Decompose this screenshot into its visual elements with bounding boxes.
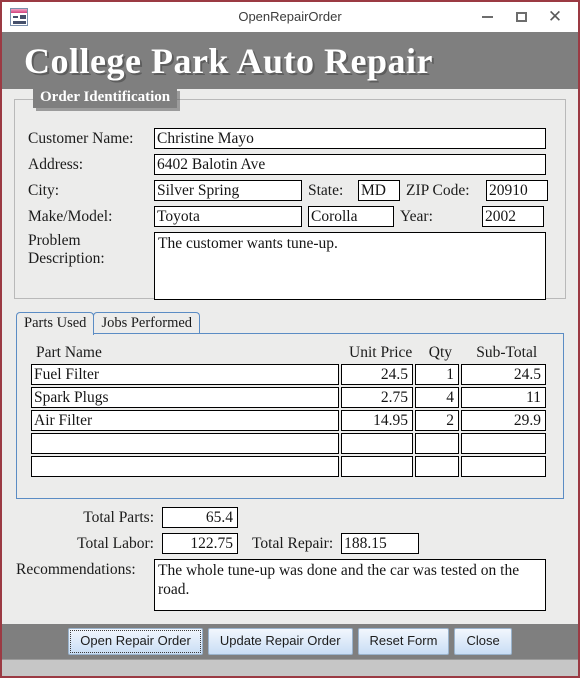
total-parts-label: Total Parts: <box>83 508 154 526</box>
parts-used-panel: Part Name Unit Price Qty Sub-Total Fuel … <box>16 333 564 499</box>
unit-price-cell[interactable]: 14.95 <box>341 410 413 431</box>
minimize-button[interactable] <box>470 4 504 30</box>
part-name-cell[interactable] <box>31 456 339 477</box>
city-input[interactable]: Silver Spring <box>154 180 302 201</box>
unit-price-cell[interactable] <box>341 433 413 454</box>
reset-form-label: Reset Form <box>369 633 438 648</box>
application-window: OpenRepairOrder ✕ College Park Auto Repa… <box>0 0 580 678</box>
address-input[interactable]: 6402 Balotin Ave <box>154 154 546 175</box>
part-name-cell[interactable] <box>31 433 339 454</box>
total-repair-input[interactable]: 188.15 <box>341 533 420 554</box>
tab-parts-used[interactable]: Parts Used <box>16 312 95 335</box>
form-content: Order Identification Customer Name: Chri… <box>2 89 578 624</box>
maximize-icon <box>515 11 527 22</box>
part-name-cell[interactable]: Air Filter <box>31 410 339 431</box>
problem-description-row: Problem Description: The customer wants … <box>28 232 546 300</box>
customer-name-input[interactable]: Christine Mayo <box>154 128 546 149</box>
part-name-cell[interactable]: Spark Plugs <box>31 387 339 408</box>
close-button[interactable]: ✕ <box>538 4 572 30</box>
recommendations-row: Recommendations: The whole tune-up was d… <box>16 559 546 611</box>
total-labor-row: Total Labor: 122.75 Total Repair: 188.15 <box>28 533 420 554</box>
qty-cell[interactable]: 2 <box>415 410 459 431</box>
table-row <box>31 456 549 477</box>
close-form-label: Close <box>466 633 500 648</box>
sub-total-cell[interactable] <box>461 456 546 477</box>
close-form-button[interactable]: Close <box>454 628 512 655</box>
parts-jobs-tabstrip: Parts Used Jobs Performed <box>16 311 564 335</box>
update-repair-order-button[interactable]: Update Repair Order <box>207 628 353 655</box>
reset-form-button[interactable]: Reset Form <box>357 628 450 655</box>
city-state-zip-row: City: Silver Spring State: MD ZIP Code: … <box>28 180 548 201</box>
sub-total-cell[interactable]: 29.9 <box>461 410 546 431</box>
qty-cell[interactable]: 4 <box>415 387 459 408</box>
address-row: Address: 6402 Balotin Ave <box>28 154 546 175</box>
state-input[interactable]: MD <box>358 180 400 201</box>
close-icon: ✕ <box>547 7 563 26</box>
problem-description-textarea[interactable]: The customer wants tune-up. <box>154 232 546 300</box>
open-repair-order-button[interactable]: Open Repair Order <box>68 628 203 655</box>
total-labor-label: Total Labor: <box>77 534 154 552</box>
table-row: Fuel Filter 24.5 1 24.5 <box>31 364 549 385</box>
unit-price-cell[interactable] <box>341 456 413 477</box>
year-input[interactable]: 2002 <box>482 206 544 227</box>
column-header-part-name: Part Name <box>36 344 102 361</box>
total-parts-input[interactable]: 65.4 <box>162 507 238 528</box>
form-window-icon <box>10 7 28 26</box>
recommendations-label: Recommendations: <box>16 561 136 578</box>
customer-name-row: Customer Name: Christine Mayo <box>28 128 546 149</box>
tab-jobs-performed[interactable]: Jobs Performed <box>93 312 201 335</box>
zip-code-label: ZIP Code: <box>406 181 470 199</box>
year-label: Year: <box>400 207 433 225</box>
minimize-icon <box>481 15 493 18</box>
part-name-cell[interactable]: Fuel Filter <box>31 364 339 385</box>
qty-cell[interactable] <box>415 433 459 454</box>
column-header-qty: Qty <box>428 344 453 361</box>
table-row: Spark Plugs 2.75 4 11 <box>31 387 549 408</box>
zip-code-input[interactable]: 20910 <box>486 180 548 201</box>
unit-price-cell[interactable]: 2.75 <box>341 387 413 408</box>
tab-parts-used-label: Parts Used <box>24 315 87 331</box>
qty-cell[interactable] <box>415 456 459 477</box>
column-header-unit-price: Unit Price <box>349 344 413 361</box>
order-identification-legend: Order Identification <box>33 89 178 108</box>
table-row: Air Filter 14.95 2 29.9 <box>31 410 549 431</box>
page-banner: College Park Auto Repair <box>2 32 578 89</box>
model-input[interactable]: Corolla <box>308 206 394 227</box>
problem-description-label: Problem Description: <box>28 232 154 268</box>
tab-jobs-performed-label: Jobs Performed <box>101 315 193 331</box>
unit-price-cell[interactable]: 24.5 <box>341 364 413 385</box>
problem-description-label-line1: Problem <box>28 232 81 249</box>
open-repair-order-label: Open Repair Order <box>80 633 191 648</box>
make-model-year-row: Make/Model: Toyota Corolla Year: 2002 <box>28 206 544 227</box>
customer-name-label: Customer Name: <box>28 129 134 147</box>
sub-total-cell[interactable]: 24.5 <box>461 364 546 385</box>
parts-table-header: Part Name Unit Price Qty Sub-Total <box>31 342 549 364</box>
state-label: State: <box>308 181 344 199</box>
page-title: College Park Auto Repair <box>24 40 433 81</box>
form-action-bar: Open Repair Order Update Repair Order Re… <box>2 624 578 659</box>
window-titlebar: OpenRepairOrder ✕ <box>2 2 578 32</box>
total-labor-input[interactable]: 122.75 <box>162 533 238 554</box>
city-label: City: <box>28 181 60 199</box>
table-row <box>31 433 549 454</box>
recommendations-textarea[interactable]: The whole tune-up was done and the car w… <box>154 559 546 611</box>
total-parts-row: Total Parts: 65.4 <box>28 507 238 528</box>
sub-total-cell[interactable] <box>461 433 546 454</box>
update-repair-order-label: Update Repair Order <box>219 633 341 648</box>
parts-table: Part Name Unit Price Qty Sub-Total Fuel … <box>31 342 549 479</box>
column-header-sub-total: Sub-Total <box>476 344 538 361</box>
sub-total-cell[interactable]: 11 <box>461 387 546 408</box>
make-model-label: Make/Model: <box>28 207 113 225</box>
address-label: Address: <box>28 155 84 173</box>
make-input[interactable]: Toyota <box>154 206 302 227</box>
maximize-button[interactable] <box>504 4 538 30</box>
qty-cell[interactable]: 1 <box>415 364 459 385</box>
window-controls: ✕ <box>470 2 578 31</box>
problem-description-label-line2: Description: <box>28 250 105 267</box>
status-bar <box>2 659 578 676</box>
total-repair-label: Total Repair: <box>252 534 334 552</box>
